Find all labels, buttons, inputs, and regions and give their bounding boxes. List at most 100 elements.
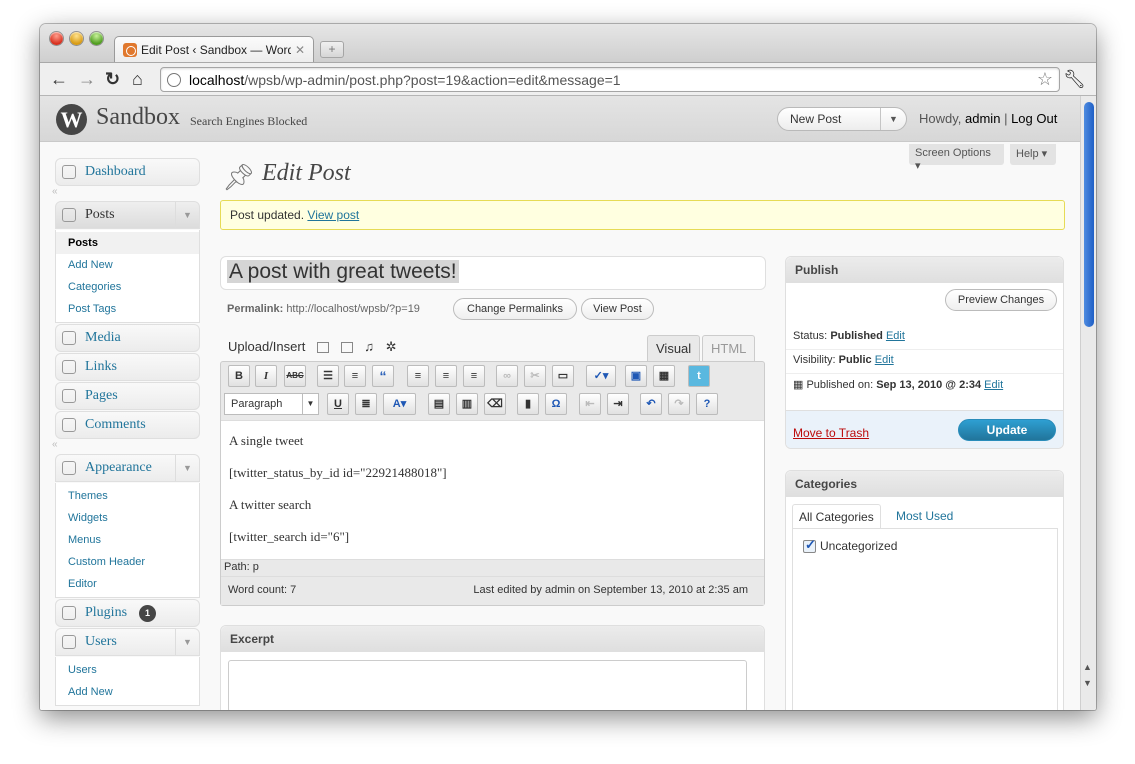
spellcheck-button[interactable]: ✓▾ [586, 365, 616, 387]
add-audio-icon[interactable]: ♫ [364, 339, 374, 354]
tab-visual[interactable]: Visual [647, 335, 701, 361]
preview-changes-button[interactable]: Preview Changes [945, 289, 1057, 311]
back-arrow-icon[interactable]: ← [50, 68, 68, 90]
vertical-scrollbar[interactable]: ▲ ▼ [1080, 96, 1096, 710]
move-to-trash-link[interactable]: Move to Trash [793, 426, 869, 440]
unlink-button[interactable]: ✂ [524, 365, 546, 387]
bold-button[interactable]: B [228, 365, 250, 387]
menu-label[interactable]: Links [85, 359, 117, 375]
submenu-item-post-tags[interactable]: Post Tags [56, 298, 199, 320]
category-checkbox[interactable] [803, 537, 816, 553]
submenu-item-menus[interactable]: Menus [56, 529, 199, 551]
numbered-list-button[interactable]: ≡ [344, 365, 366, 387]
bookmark-star-icon[interactable]: ☆ [1037, 69, 1053, 90]
menu-collapse-separator[interactable] [52, 439, 200, 454]
tab-all-categories[interactable]: All Categories [792, 504, 881, 529]
text-color-button[interactable]: A▾ [383, 393, 416, 415]
zoom-window-button[interactable] [90, 32, 103, 45]
reload-icon[interactable]: ↻ [105, 68, 120, 90]
menu-label[interactable]: Users [85, 634, 117, 650]
screen-options-toggle[interactable]: Screen Options ▾ [909, 144, 1004, 172]
scroll-up-arrow-icon[interactable]: ▲ [1083, 662, 1092, 672]
menu-plugins[interactable]: Plugins 1 [55, 599, 200, 627]
menu-label[interactable]: Media [85, 330, 121, 346]
post-title-value[interactable]: A post with great tweets! [227, 260, 459, 283]
editor-paragraph[interactable]: A twitter search [229, 497, 756, 512]
home-icon[interactable]: ⌂ [132, 68, 143, 90]
underline-button[interactable]: U [327, 393, 349, 415]
kitchen-sink-button[interactable]: ▦ [653, 365, 675, 387]
favorite-actions-dropdown[interactable]: New Post ▼ [777, 107, 907, 131]
menu-comments[interactable]: Comments [55, 411, 200, 439]
paste-word-button[interactable]: ▥ [456, 393, 478, 415]
favorite-action-label[interactable]: New Post [790, 112, 841, 126]
undo-button[interactable]: ↶ [640, 393, 662, 415]
menu-appearance[interactable]: Appearance ▼ [55, 454, 200, 482]
menu-label[interactable]: Pages [85, 388, 118, 404]
scrollbar-thumb[interactable] [1084, 102, 1094, 327]
menu-dashboard[interactable]: Dashboard [55, 158, 200, 186]
excerpt-textarea[interactable] [228, 660, 747, 710]
tab-close-icon[interactable]: ✕ [295, 43, 305, 57]
menu-label[interactable]: Dashboard [85, 164, 146, 180]
tab-html[interactable]: HTML [702, 335, 756, 361]
twitter-widget-button[interactable]: t [688, 365, 710, 387]
edit-date-link[interactable]: Edit [984, 379, 1003, 391]
submenu-item-editor[interactable]: Editor [56, 573, 199, 595]
blockquote-button[interactable]: “ [372, 365, 394, 387]
update-button[interactable]: Update [958, 419, 1056, 441]
chevron-down-icon[interactable]: ▼ [175, 202, 199, 228]
chevron-down-icon[interactable]: ▼ [175, 455, 199, 481]
view-post-link[interactable]: View post [307, 208, 359, 222]
chevron-down-icon[interactable]: ▼ [175, 629, 199, 655]
view-post-button[interactable]: View Post [581, 298, 654, 320]
editor-paragraph[interactable]: [twitter_search id="6"] [229, 529, 756, 544]
edit-status-link[interactable]: Edit [886, 330, 905, 342]
help-button[interactable]: ? [696, 393, 718, 415]
add-video-icon[interactable] [340, 342, 353, 354]
italic-button[interactable]: I [255, 365, 277, 387]
submenu-item-add-new[interactable]: Add New [56, 254, 199, 276]
scroll-down-arrow-icon[interactable]: ▼ [1083, 678, 1092, 688]
category-label[interactable]: Uncategorized [820, 539, 897, 553]
submenu-item-users[interactable]: Users [56, 659, 199, 681]
wrench-icon[interactable]: 🔧︎ [1063, 69, 1086, 90]
special-character-button[interactable]: Ω [545, 393, 567, 415]
submenu-item-posts[interactable]: Posts [56, 232, 199, 254]
align-right-button[interactable]: ≡ [463, 365, 485, 387]
submenu-item-themes[interactable]: Themes [56, 485, 199, 507]
insert-media-button[interactable]: ▮ [517, 393, 539, 415]
remove-format-button[interactable]: ⌫ [484, 393, 506, 415]
menu-links[interactable]: Links [55, 353, 200, 381]
excerpt-heading[interactable]: Excerpt [221, 626, 764, 652]
address-bar[interactable]: localhost/wpsb/wp-admin/post.php?post=19… [160, 67, 1060, 92]
menu-media[interactable]: Media [55, 324, 200, 352]
add-media-icon[interactable]: ✲ [386, 339, 397, 354]
publish-heading[interactable]: Publish [786, 257, 1063, 283]
menu-users[interactable]: Users ▼ [55, 628, 200, 656]
submenu-item-add-new-user[interactable]: Add New [56, 681, 199, 703]
user-link[interactable]: admin [965, 111, 1000, 126]
categories-heading[interactable]: Categories [786, 471, 1063, 497]
help-toggle[interactable]: Help ▾ [1010, 144, 1056, 165]
change-permalinks-button[interactable]: Change Permalinks [453, 298, 577, 320]
site-title[interactable]: Sandbox [96, 104, 180, 131]
forward-arrow-icon[interactable]: → [78, 68, 96, 90]
wordpress-logo-icon[interactable]: W [56, 104, 87, 135]
strikethrough-button[interactable]: ABC [284, 365, 306, 387]
menu-collapse-separator[interactable] [52, 186, 200, 201]
paste-text-button[interactable]: ▤ [428, 393, 450, 415]
minimize-window-button[interactable] [70, 32, 83, 45]
align-center-button[interactable]: ≡ [435, 365, 457, 387]
menu-label[interactable]: Appearance [85, 460, 152, 476]
submenu-item-categories[interactable]: Categories [56, 276, 199, 298]
logout-link[interactable]: Log Out [1011, 111, 1057, 126]
fullscreen-button[interactable]: ▣ [625, 365, 647, 387]
align-left-button[interactable]: ≡ [407, 365, 429, 387]
menu-label[interactable]: Plugins [85, 605, 127, 621]
submenu-item-custom-header[interactable]: Custom Header [56, 551, 199, 573]
add-image-icon[interactable] [316, 342, 329, 354]
outdent-button[interactable]: ⇤ [579, 393, 601, 415]
indent-button[interactable]: ⇥ [607, 393, 629, 415]
close-window-button[interactable] [50, 32, 63, 45]
